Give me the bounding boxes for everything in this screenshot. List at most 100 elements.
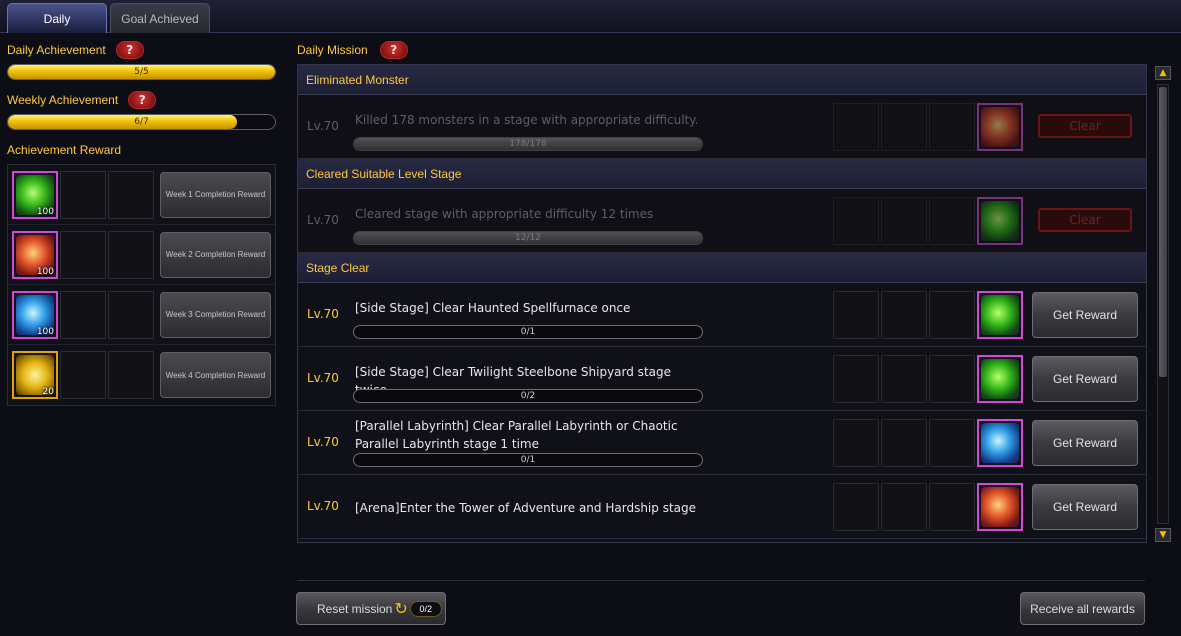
empty-slot: [881, 419, 927, 467]
mission-row: Lv.70 [Side Stage] Clear Haunted Spellfu…: [298, 283, 1146, 347]
mission-row: Lv.70 Killed 178 monsters in a stage wit…: [298, 95, 1146, 159]
empty-slot: [929, 483, 975, 531]
daily-achievement-label: Daily Achievement: [7, 43, 106, 57]
reset-mission-button[interactable]: Reset mission ↻ 0/2: [296, 592, 446, 625]
tab-daily[interactable]: Daily: [7, 3, 107, 33]
mission-row: Lv.70 [Parallel Labyrinth] Clear Paralle…: [298, 411, 1146, 475]
red-orb-icon[interactable]: [977, 483, 1023, 531]
achievement-panel: Daily Achievement ? 5/5 Weekly Achieveme…: [7, 40, 278, 406]
scroll-thumb[interactable]: [1159, 87, 1167, 377]
red-orb-icon[interactable]: [977, 103, 1023, 151]
mission-level: Lv.70: [307, 435, 339, 449]
empty-slot: [929, 355, 975, 403]
get-reward-button[interactable]: Get Reward: [1032, 292, 1138, 338]
help-icon[interactable]: ?: [115, 41, 144, 59]
mission-description: [Parallel Labyrinth] Clear Parallel Laby…: [355, 419, 678, 451]
mission-progress: 12/12: [353, 231, 703, 245]
mission-progress-text: 12/12: [515, 233, 541, 243]
green-orb-icon[interactable]: 100: [12, 170, 58, 219]
mission-reward-slots: [833, 291, 1025, 339]
achievement-reward-header: Achievement Reward: [7, 140, 278, 160]
empty-slot: [929, 291, 975, 339]
empty-slot: [833, 419, 879, 467]
mission-progress: 0/2: [353, 389, 703, 403]
receive-all-rewards-button[interactable]: Receive all rewards: [1020, 592, 1145, 625]
empty-slot: [929, 103, 975, 151]
empty-slot: [833, 355, 879, 403]
empty-slot: [60, 170, 106, 219]
week-4-completion-reward-button[interactable]: Week 4 Completion Reward: [160, 352, 271, 398]
red-orb-icon[interactable]: 100: [12, 230, 58, 279]
mission-progress: 0/1: [353, 325, 703, 339]
mission-level: Lv.70: [307, 213, 339, 227]
reset-count: 0/2: [409, 600, 442, 617]
empty-slot: [108, 351, 154, 399]
help-icon[interactable]: ?: [128, 91, 157, 109]
empty-slot: [881, 483, 927, 531]
mission-row: Lv.70 [Side Stage] Clear Twilight Steelb…: [298, 347, 1146, 411]
get-reward-button[interactable]: Get Reward: [1032, 356, 1138, 402]
green-orb-icon[interactable]: [977, 291, 1023, 339]
section-title: Stage Clear: [306, 260, 370, 275]
daily-mission-title: Daily Mission: [297, 43, 368, 57]
achievement-reward-title: Achievement Reward: [7, 143, 122, 157]
empty-slot: [833, 197, 879, 245]
weekly-achievement-progress-text: 6/7: [134, 117, 149, 127]
mission-row: Lv.70 Cleared stage with appropriate dif…: [298, 189, 1146, 253]
mission-progress-text: 178/178: [509, 139, 547, 149]
mission-list: Eliminated Monster Lv.70 Killed 178 mons…: [297, 64, 1147, 543]
mission-reward-slots: [833, 483, 1025, 531]
scroll-track[interactable]: [1157, 84, 1169, 524]
empty-slot: [833, 483, 879, 531]
divider: [297, 580, 1145, 581]
reward-row: 20 Week 4 Completion Reward: [8, 345, 275, 405]
weekly-achievement-progress: 6/7: [7, 114, 276, 130]
mission-progress: 178/178: [353, 137, 703, 151]
gold-chest-icon[interactable]: 20: [12, 351, 58, 399]
daily-achievement-progress: 5/5: [7, 64, 276, 80]
week-1-completion-reward-button[interactable]: Week 1 Completion Reward: [160, 171, 271, 218]
empty-slot: [108, 230, 154, 279]
reward-row: 100 Week 3 Completion Reward: [8, 285, 275, 345]
refresh-icon: ↻: [394, 600, 408, 618]
clear-button[interactable]: Clear: [1038, 114, 1132, 138]
scroll-down-icon[interactable]: ▼: [1155, 528, 1171, 542]
section-title: Cleared Suitable Level Stage: [306, 166, 462, 181]
green-orb-icon[interactable]: [977, 197, 1023, 245]
week-3-completion-reward-button[interactable]: Week 3 Completion Reward: [160, 291, 271, 338]
empty-slot: [833, 291, 879, 339]
mission-progress-text: 0/2: [520, 391, 536, 401]
reward-row: 100 Week 2 Completion Reward: [8, 225, 275, 285]
empty-slot: [833, 103, 879, 151]
mission-progress-text: 0/1: [520, 327, 536, 337]
mission-scrollbar[interactable]: ▲ ▼: [1155, 66, 1171, 542]
tab-goal-achieved[interactable]: Goal Achieved: [110, 3, 210, 33]
blue-orb-icon[interactable]: 100: [12, 290, 58, 339]
mission-description: [Side Stage] Clear Haunted Spellfurnace …: [355, 301, 631, 315]
scroll-up-icon[interactable]: ▲: [1155, 66, 1171, 80]
section-header: Stage Clear: [298, 253, 1146, 283]
empty-slot: [60, 290, 106, 339]
empty-slot: [881, 291, 927, 339]
reset-mission-label: Reset mission: [317, 601, 393, 616]
clear-button[interactable]: Clear: [1038, 208, 1132, 232]
help-icon[interactable]: ?: [379, 41, 408, 59]
mission-reward-slots: [833, 197, 1025, 245]
get-reward-button[interactable]: Get Reward: [1032, 420, 1138, 466]
mission-level: Lv.70: [307, 371, 339, 385]
get-reward-button[interactable]: Get Reward: [1032, 484, 1138, 530]
green-orb-icon[interactable]: [977, 355, 1023, 403]
mission-reward-slots: [833, 355, 1025, 403]
section-header: Eliminated Monster: [298, 65, 1146, 95]
week-2-completion-reward-button[interactable]: Week 2 Completion Reward: [160, 231, 271, 278]
mission-progress-text: 0/1: [520, 455, 536, 465]
blue-orb-icon[interactable]: [977, 419, 1023, 467]
tab-bar: Daily Goal Achieved: [0, 0, 1181, 33]
mission-description: [Arena]Enter the Tower of Adventure and …: [355, 501, 696, 515]
reward-quantity: 100: [36, 266, 54, 277]
mission-level: Lv.70: [307, 119, 339, 133]
empty-slot: [881, 355, 927, 403]
mission-reward-slots: [833, 419, 1025, 467]
weekly-achievement-label: Weekly Achievement: [7, 93, 119, 107]
empty-slot: [60, 351, 106, 399]
